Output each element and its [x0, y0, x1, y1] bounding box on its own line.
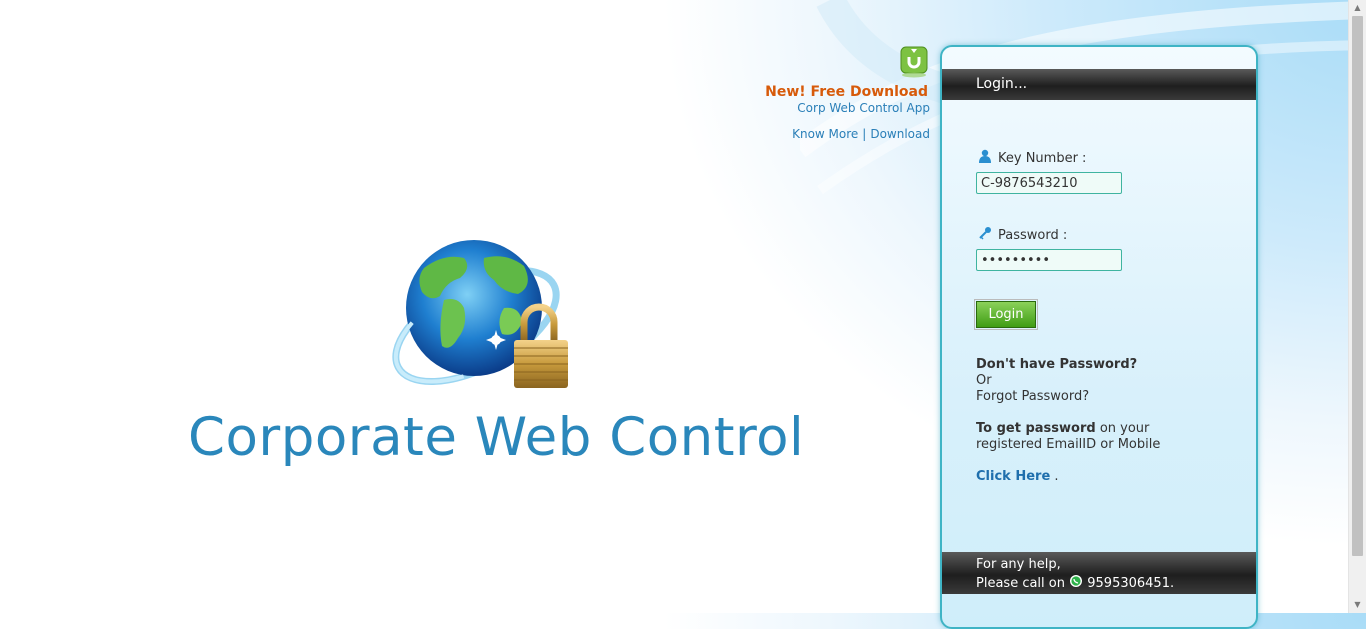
- download-arrow-icon[interactable]: [900, 46, 928, 78]
- help-line1: For any help,: [976, 557, 1061, 572]
- know-more-link[interactable]: Know More: [792, 127, 858, 141]
- or-text: Or: [976, 373, 992, 388]
- login-panel-header: Login...: [942, 69, 1256, 100]
- user-icon: [979, 149, 991, 163]
- password-input[interactable]: [976, 249, 1122, 271]
- scroll-up-arrow-icon[interactable]: ▲: [1349, 0, 1366, 16]
- no-password-heading: Don't have Password?: [976, 357, 1138, 372]
- login-panel: Login... Key Number : Password : Login D…: [940, 45, 1258, 629]
- get-password-rest: on your: [1095, 421, 1150, 436]
- whatsapp-icon: [1070, 575, 1083, 587]
- key-number-label: Key Number :: [978, 149, 1086, 166]
- promo-links: Know More | Download: [792, 127, 930, 141]
- no-password-text: Don't have Password? Or Forgot Password?: [976, 357, 1137, 405]
- key-number-label-text: Key Number :: [998, 151, 1087, 166]
- help-footer: For any help, Please call on 9595306451.: [942, 552, 1256, 594]
- globe-padlock-logo: [392, 240, 568, 388]
- app-download-promo: New! Free Download Corp Web Control App …: [710, 46, 930, 146]
- promo-title: New! Free Download: [765, 84, 928, 100]
- link-separator: |: [862, 127, 867, 141]
- promo-subtitle: Corp Web Control App: [797, 101, 930, 115]
- help-phone: 9595306451.: [1087, 576, 1175, 591]
- scroll-thumb[interactable]: [1352, 16, 1363, 556]
- get-password-bold: To get password: [976, 421, 1096, 436]
- vertical-scrollbar[interactable]: ▲ ▼: [1348, 0, 1366, 613]
- forgot-password-text: Forgot Password?: [976, 389, 1090, 404]
- download-link[interactable]: Download: [870, 127, 930, 141]
- click-here-link[interactable]: Click Here: [976, 469, 1050, 484]
- click-here-row: Click Here .: [976, 469, 1059, 485]
- login-button[interactable]: Login: [974, 299, 1038, 330]
- key-number-input[interactable]: [976, 172, 1122, 194]
- get-password-line2: registered EmailID or Mobile: [976, 437, 1161, 452]
- password-label: Password :: [978, 226, 1067, 243]
- page-title: Corporate Web Control: [188, 407, 805, 468]
- help-call-text: Please call on: [976, 576, 1065, 591]
- scroll-down-arrow-icon[interactable]: ▼: [1349, 597, 1366, 613]
- click-here-suffix: .: [1050, 469, 1059, 484]
- key-icon: [979, 227, 991, 240]
- get-password-text: To get password on your registered Email…: [976, 421, 1160, 453]
- password-label-text: Password :: [998, 228, 1068, 243]
